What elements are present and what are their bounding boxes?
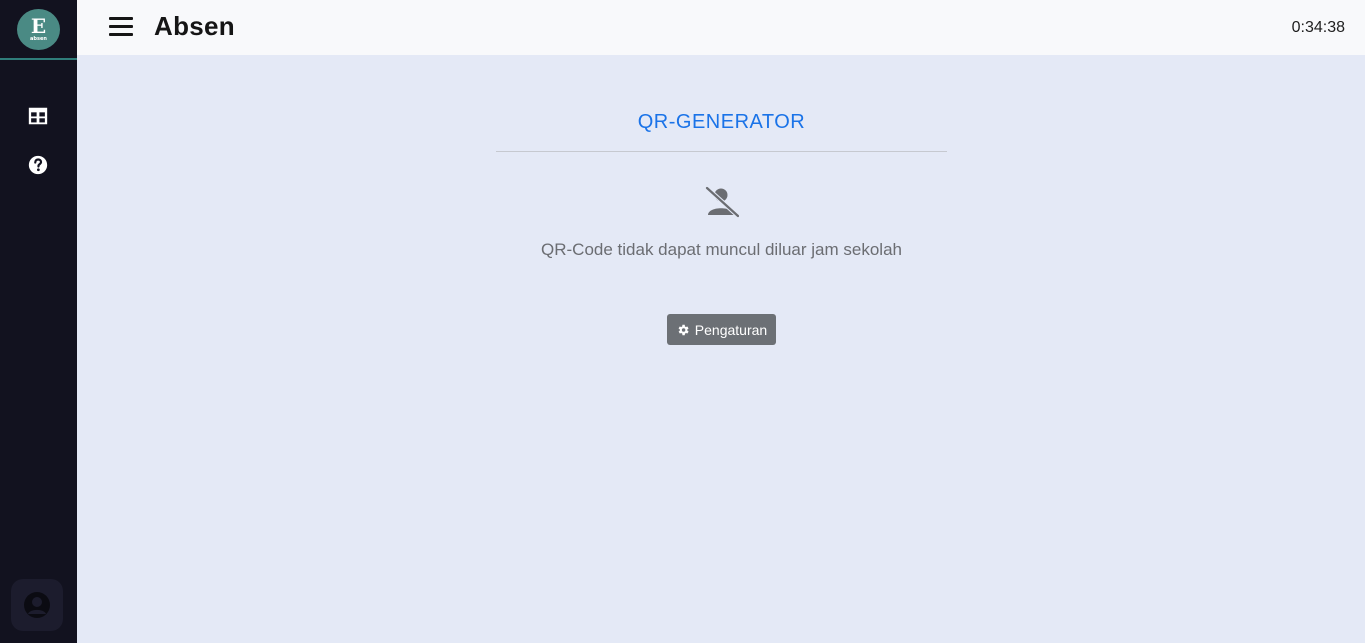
top-bar: Absen 0:34:38 bbox=[77, 0, 1365, 55]
settings-button-label: Pengaturan bbox=[694, 321, 768, 338]
app-logo[interactable]: E absen bbox=[17, 8, 60, 50]
main-content: QR-GENERATOR QR-Code tidak dapat muncul … bbox=[77, 55, 1365, 643]
qr-heading: QR-GENERATOR bbox=[637, 111, 806, 133]
table-icon bbox=[28, 107, 48, 125]
sidebar: E absen bbox=[0, 0, 77, 643]
logo-area: E absen bbox=[0, 0, 77, 60]
help-icon bbox=[28, 155, 48, 175]
page-title: Absen bbox=[154, 11, 235, 41]
user-slash-icon bbox=[704, 186, 739, 218]
logo-mark: E bbox=[30, 14, 47, 38]
empty-state-icon-wrap bbox=[496, 186, 947, 218]
logo-text: absen bbox=[30, 36, 47, 42]
sidebar-item-help[interactable] bbox=[26, 153, 50, 177]
empty-state-message: QR-Code tidak dapat muncul diluar jam se… bbox=[541, 240, 902, 259]
clock: 0:34:38 bbox=[1291, 19, 1345, 36]
settings-button[interactable]: Pengaturan bbox=[666, 314, 777, 345]
profile-button[interactable] bbox=[11, 579, 63, 631]
qr-card: QR-GENERATOR QR-Code tidak dapat muncul … bbox=[496, 55, 947, 345]
menu-toggle-icon[interactable] bbox=[109, 17, 133, 37]
divider bbox=[496, 151, 947, 152]
user-icon bbox=[24, 592, 50, 618]
button-row: Pengaturan bbox=[496, 314, 947, 345]
sidebar-item-table[interactable] bbox=[26, 104, 50, 128]
gear-icon bbox=[678, 324, 689, 335]
